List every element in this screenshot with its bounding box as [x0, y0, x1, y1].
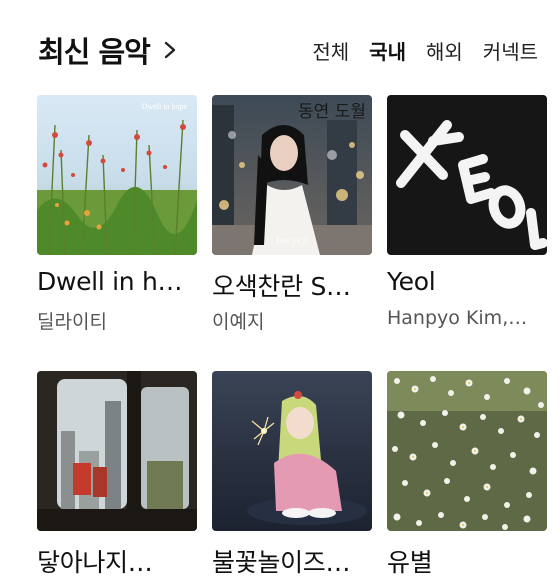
album-cover[interactable]: Dwell in hope — [37, 95, 197, 255]
album-card[interactable]: 닿아나지… — [37, 371, 197, 577]
section-header: 최신 음악 전체 국내 해외 커넥트 — [38, 28, 538, 72]
tab-international[interactable]: 해외 — [426, 36, 463, 65]
category-tabs: 전체 국내 해외 커넥트 — [312, 28, 538, 72]
album-cover-art: 동연 도월 Lee ye ji — [212, 95, 372, 255]
album-title: 불꽃놀이즈… — [212, 548, 351, 577]
cover-caption: Lee ye ji — [276, 235, 308, 245]
tab-connect[interactable]: 커넥트 — [483, 36, 538, 65]
album-cover-art: Dwell in hope — [37, 95, 197, 255]
album-card[interactable]: 동연 도월 Lee ye ji 오색찬란 S… 이예지 — [212, 95, 372, 345]
tab-domestic[interactable]: 국내 — [369, 36, 406, 65]
album-cover-art — [212, 371, 372, 531]
album-artist[interactable]: 이예지 — [212, 307, 374, 334]
album-title: 닿아나지… — [37, 548, 153, 577]
album-title: Yeol — [387, 267, 436, 296]
album-artist[interactable]: 딜라이티 — [37, 307, 199, 334]
album-title: 오색찬란 S… — [212, 272, 351, 301]
tab-all[interactable]: 전체 — [312, 36, 349, 65]
album-cover[interactable] — [37, 371, 197, 531]
album-card[interactable]: 불꽃놀이즈… — [212, 371, 372, 577]
album-cover[interactable] — [212, 371, 372, 531]
cover-title: 동연 도월 — [298, 102, 366, 122]
album-card[interactable]: Yeol Hanpyo Kim,… — [387, 95, 547, 345]
album-cover-art — [37, 371, 197, 531]
album-title: Dwell in h… — [37, 267, 183, 296]
album-cover[interactable] — [387, 95, 547, 255]
album-card[interactable]: Dwell in hope Dwell in h… 딜라이티 — [37, 95, 197, 345]
album-cover-art — [387, 95, 547, 255]
latest-music-more-link[interactable]: 최신 음악 — [38, 28, 178, 72]
album-cover[interactable]: 동연 도월 Lee ye ji — [212, 95, 372, 255]
album-card[interactable]: 유별 — [387, 371, 547, 577]
cover-caption: Dwell in hope — [142, 102, 188, 111]
chevron-right-icon — [164, 41, 176, 59]
album-title: 유별 — [387, 548, 433, 577]
album-artist[interactable]: Hanpyo Kim,… — [387, 307, 549, 329]
album-cover-art — [387, 371, 547, 531]
section-title: 최신 음악 — [38, 35, 151, 69]
album-cover[interactable] — [387, 371, 547, 531]
